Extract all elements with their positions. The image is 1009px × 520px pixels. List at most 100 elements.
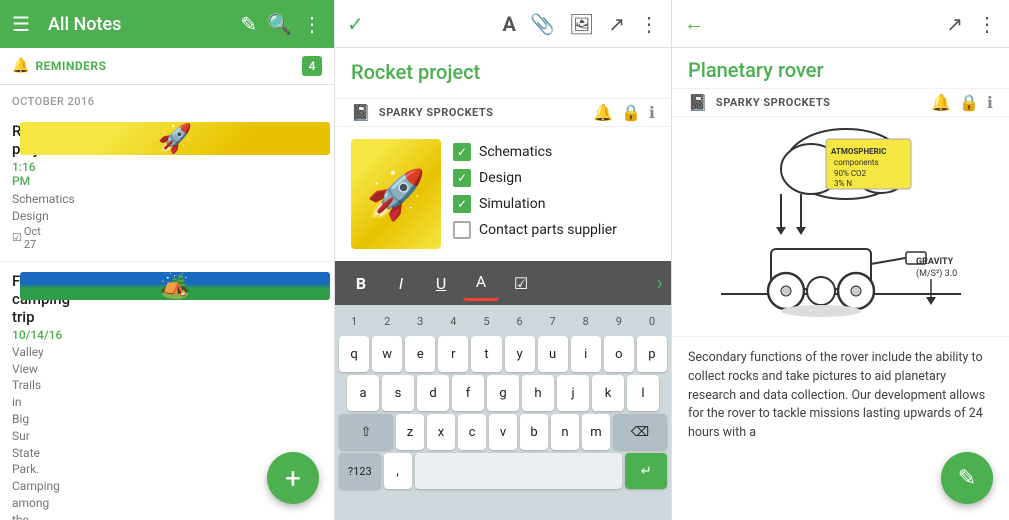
reminders-bar[interactable]: 🔔 REMINDERS 4	[0, 48, 334, 85]
note-item-rocket[interactable]: Rocket project 1:16 PM Schematics Design…	[0, 112, 334, 262]
notes-toolbar: ☰ All Notes ✎ 🔍 ⋮	[0, 0, 334, 48]
checkbox-checked-simulation: ✓	[453, 195, 471, 213]
key-p[interactable]: p	[637, 336, 667, 372]
key-b[interactable]: b	[520, 414, 548, 450]
key-t[interactable]: t	[471, 336, 501, 372]
check-label-simulation: Simulation	[479, 196, 545, 212]
rover-sketch: ATMOSPHERIC components 90% CO2 3% N	[672, 117, 1009, 337]
check-icon[interactable]: ✓	[347, 12, 364, 36]
checkbox-checked-design: ✓	[453, 169, 471, 187]
num-4[interactable]: 4	[438, 309, 468, 333]
checkbox-button[interactable]: ☑	[503, 265, 539, 301]
delete-key[interactable]: ⌫	[613, 414, 667, 450]
edit-fab[interactable]: ✎	[941, 452, 993, 504]
font-icon[interactable]: A	[503, 12, 516, 36]
key-l[interactable]: l	[627, 375, 659, 411]
num-9[interactable]: 9	[604, 309, 634, 333]
check-label-schematics: Schematics	[479, 144, 552, 160]
attach-icon[interactable]: 📎	[530, 12, 555, 36]
key-a[interactable]: a	[347, 375, 379, 411]
underline-button[interactable]: U	[423, 265, 459, 301]
arrow-button[interactable]: ›	[656, 271, 663, 296]
num-row: 1 2 3 4 5 6 7 8 9 0	[339, 309, 667, 333]
check-item-simulation[interactable]: ✓ Simulation	[453, 195, 655, 213]
rocket-note-body: 🚀 ✓ Schematics ✓ Design ✓ Simulation Con…	[335, 127, 671, 520]
key-q[interactable]: q	[339, 336, 369, 372]
key-g[interactable]: g	[487, 375, 519, 411]
note-date-rocket: 1:16 PM	[12, 160, 36, 188]
num-8[interactable]: 8	[571, 309, 601, 333]
share-icon[interactable]: ↗	[946, 12, 963, 36]
num-6[interactable]: 6	[505, 309, 535, 333]
panel-all-notes: ☰ All Notes ✎ 🔍 ⋮ 🔔 REMINDERS 4 OCTOBER …	[0, 0, 335, 520]
panel-rocket-project: ✓ A 📎 🖼 ↗ ⋮ Rocket project 📓 SPARKY SPRO…	[335, 0, 672, 520]
key-k[interactable]: k	[592, 375, 624, 411]
panel-rover-wrapper: ← ↗ ⋮ Planetary rover 📓 SPARKY SPROCKETS…	[672, 0, 1009, 520]
num-5[interactable]: 5	[471, 309, 501, 333]
back-icon[interactable]: ←	[684, 11, 704, 36]
key-f[interactable]: f	[452, 375, 484, 411]
rover-toolbar: ← ↗ ⋮	[672, 0, 1009, 48]
check-item-schematics[interactable]: ✓ Schematics	[453, 143, 655, 161]
key-x[interactable]: x	[427, 414, 455, 450]
section-header-october: OCTOBER 2016	[0, 85, 334, 112]
info-icon[interactable]: ℹ	[649, 103, 655, 122]
alarm-icon[interactable]: 🔔	[593, 103, 613, 122]
rover-notebook-bar: 📓 SPARKY SPROCKETS 🔔 🔒 ℹ	[672, 88, 1009, 117]
rover-lock-icon[interactable]: 🔒	[959, 93, 979, 112]
num-2[interactable]: 2	[372, 309, 402, 333]
rocket-notebook-bar: 📓 SPARKY SPROCKETS 🔔 🔒 ℹ	[335, 98, 671, 127]
bold-button[interactable]: B	[343, 265, 379, 301]
shift-key[interactable]: ⇧	[339, 414, 393, 450]
key-i[interactable]: i	[571, 336, 601, 372]
key-o[interactable]: o	[604, 336, 634, 372]
search-icon[interactable]: 🔍	[267, 12, 292, 36]
more-icon[interactable]: ⋮	[302, 12, 322, 36]
lock-icon[interactable]: 🔒	[621, 103, 641, 122]
symbol-key[interactable]: ?123	[339, 453, 381, 489]
key-z[interactable]: z	[396, 414, 424, 450]
num-1[interactable]: 1	[339, 309, 369, 333]
num-3[interactable]: 3	[405, 309, 435, 333]
keyboard-area: 1 2 3 4 5 6 7 8 9 0 q w e r t y u i o	[335, 305, 671, 520]
key-v[interactable]: v	[489, 414, 517, 450]
color-button[interactable]: A	[463, 265, 499, 301]
comma-key[interactable]: ,	[384, 453, 412, 489]
note-date-camping: 10/14/16	[12, 328, 62, 342]
more-icon[interactable]: ⋮	[639, 12, 659, 36]
check-item-contact[interactable]: Contact parts supplier	[453, 221, 655, 239]
enter-key[interactable]: ↵	[625, 453, 667, 489]
key-h[interactable]: h	[522, 375, 554, 411]
check-item-design[interactable]: ✓ Design	[453, 169, 655, 187]
share-icon[interactable]: ↗	[608, 12, 625, 36]
rocket-header-area: Rocket project	[335, 48, 671, 98]
rover-info-icon[interactable]: ℹ	[987, 93, 993, 112]
rover-alarm-icon[interactable]: 🔔	[931, 93, 951, 112]
key-m[interactable]: m	[582, 414, 610, 450]
menu-icon[interactable]: ☰	[12, 12, 30, 36]
add-note-fab[interactable]: +	[267, 452, 319, 504]
key-y[interactable]: y	[505, 336, 535, 372]
checkbox-checked-schematics: ✓	[453, 143, 471, 161]
more-icon[interactable]: ⋮	[977, 12, 997, 36]
image-icon[interactable]: 🖼	[569, 12, 594, 36]
key-r[interactable]: r	[438, 336, 468, 372]
key-w[interactable]: w	[372, 336, 402, 372]
key-s[interactable]: s	[382, 375, 414, 411]
checkbox-unchecked-contact	[453, 221, 471, 239]
key-row-2: a s d f g h j k l	[339, 375, 667, 411]
compose-icon[interactable]: ✎	[240, 12, 257, 36]
key-u[interactable]: u	[538, 336, 568, 372]
space-key[interactable]	[415, 453, 623, 489]
key-d[interactable]: d	[417, 375, 449, 411]
rover-notebook-name: SPARKY SPROCKETS	[716, 96, 923, 109]
italic-button[interactable]: I	[383, 265, 419, 301]
rocket-toolbar: ✓ A 📎 🖼 ↗ ⋮	[335, 0, 671, 48]
key-c[interactable]: c	[458, 414, 486, 450]
key-e[interactable]: e	[405, 336, 435, 372]
key-row-4: ?123 , ↵	[339, 453, 667, 489]
num-0[interactable]: 0	[637, 309, 667, 333]
num-7[interactable]: 7	[538, 309, 568, 333]
key-j[interactable]: j	[557, 375, 589, 411]
key-n[interactable]: n	[551, 414, 579, 450]
